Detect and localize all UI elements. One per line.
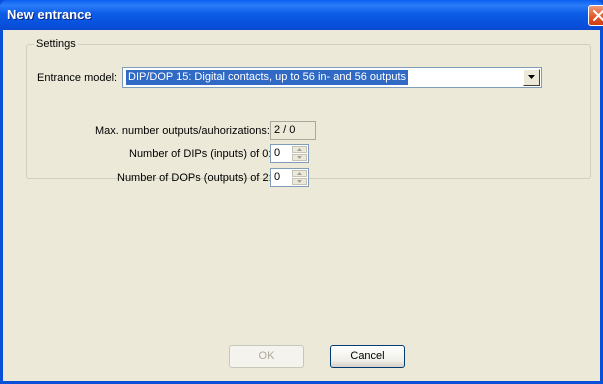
- entrance-model-select[interactable]: DIP/DOP 15: Digital contacts, up to 56 i…: [122, 67, 542, 88]
- arrow-up-icon: [297, 172, 302, 175]
- dialog-client-area: Settings Entrance model: DIP/DOP 15: Dig…: [3, 30, 600, 381]
- entrance-model-label: Entrance model:: [37, 72, 118, 84]
- ok-button[interactable]: OK: [229, 345, 304, 368]
- dips-label: Number of DIPs (inputs) of 0:: [129, 148, 272, 160]
- close-icon: [593, 10, 603, 21]
- dops-spin-buttons: [292, 170, 307, 185]
- dips-stepper[interactable]: 0: [270, 144, 309, 163]
- dialog-window: New entrance Settings Entrance model: DI…: [0, 0, 603, 384]
- cancel-button-label: Cancel: [350, 350, 385, 362]
- window-title: New entrance: [7, 7, 92, 22]
- arrow-up-icon: [297, 148, 302, 151]
- dops-stepper[interactable]: 0: [270, 168, 309, 187]
- dops-value: 0: [274, 171, 281, 183]
- dips-spin-buttons: [292, 146, 307, 161]
- dips-increment-button[interactable]: [292, 146, 307, 153]
- dropdown-button[interactable]: [523, 69, 540, 86]
- dops-label: Number of DOPs (outputs) of 2:: [117, 172, 272, 184]
- max-outputs-label: Max. number outputs/auhorizations:: [95, 125, 270, 137]
- max-outputs-field: 2 / 0: [270, 121, 316, 140]
- cancel-button[interactable]: Cancel: [330, 345, 405, 368]
- dops-decrement-button[interactable]: [292, 178, 307, 185]
- arrow-down-icon: [297, 180, 302, 183]
- title-bar[interactable]: New entrance: [0, 0, 603, 30]
- dops-increment-button[interactable]: [292, 170, 307, 177]
- dips-decrement-button[interactable]: [292, 154, 307, 161]
- settings-legend: Settings: [34, 38, 78, 50]
- dips-value: 0: [274, 147, 281, 159]
- entrance-model-value: DIP/DOP 15: Digital contacts, up to 56 i…: [126, 70, 409, 85]
- chevron-down-icon: [528, 75, 535, 79]
- ok-button-label: OK: [258, 350, 275, 362]
- arrow-down-icon: [297, 156, 302, 159]
- close-button[interactable]: [588, 5, 603, 26]
